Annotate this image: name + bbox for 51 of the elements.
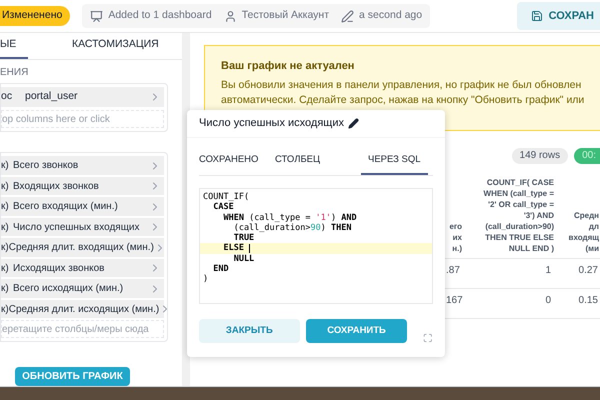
popover-tab[interactable]: ЧЕРЕЗ SQL xyxy=(361,147,428,175)
table-cell-text: 0 xyxy=(545,294,551,308)
expand-icon[interactable] xyxy=(423,333,433,343)
text-cursor xyxy=(249,244,250,253)
section-label: ЕНИЯ xyxy=(0,66,30,80)
code-line: CASE xyxy=(212,202,235,213)
code-line: (call_duration>90) THEN xyxy=(232,222,352,234)
metric-row[interactable]: к) Всего звонков xyxy=(1,156,164,175)
code-line: WHEN (call_type = '1') AND xyxy=(222,212,358,223)
table-cell-text: .87 xyxy=(446,264,460,278)
metric-row[interactable]: к)Средняя длит. входящих (мин.) xyxy=(1,238,164,257)
code-line: NULL xyxy=(232,254,256,264)
sidebar-tab[interactable]: КАСТОМИЗАЦИЯ xyxy=(72,33,159,60)
sql-editor[interactable]: COUNT_IF( CASE WHEN (call_type = '1') AND (call_duration>90) THEN TRUE ELSE NULL END ) xyxy=(199,188,433,304)
code-line: ) xyxy=(202,274,210,285)
status-badge: Измененено xyxy=(0,6,70,26)
column-header: Средн дл входящ (ми xyxy=(568,210,599,254)
code-line: END xyxy=(212,264,230,274)
pen-icon xyxy=(341,10,354,22)
row-count-badge: 149 rows xyxy=(512,148,568,164)
user-icon xyxy=(224,10,237,22)
table-cell-text: 0.27 xyxy=(578,264,598,278)
sidebar-tab[interactable]: ЫЕ xyxy=(0,33,28,60)
meta-text: Тестовый Аккаунт xyxy=(242,8,330,24)
metric-row[interactable]: к) Всего входящих (мин.) xyxy=(1,197,164,216)
meta-text: a second ago xyxy=(359,8,422,24)
timer-badge: 00: xyxy=(574,148,600,164)
presentation-icon xyxy=(90,10,104,22)
metric-row[interactable]: к) Исходящих звонков xyxy=(1,258,164,278)
close-button[interactable]: ЗАКРЫТЬ xyxy=(199,319,300,343)
table-cell-text: 167 xyxy=(446,294,463,308)
meta-text: Added to 1 dashboard xyxy=(108,8,212,24)
datasource-row[interactable]: ос portal_user xyxy=(1,87,164,108)
popover-title: Число успешных исходящих xyxy=(199,116,344,132)
metric-row[interactable]: к) Всего исходящих (мин.) xyxy=(1,279,164,298)
alert-title: Ваш график не актуален xyxy=(221,59,356,74)
metric-row[interactable]: к) Число успешных входящих xyxy=(1,218,164,236)
alert-text: Вы обновили значения в панели управления, но график не был обновлен автоматически. Сделайте запрос, нажав на кнопку "Обновить график" или xyxy=(221,78,586,108)
code-line: TRUE xyxy=(232,233,256,244)
table-cell-text: 0.15 xyxy=(578,294,598,308)
table-cell-text: 1 xyxy=(545,264,551,278)
metric-row[interactable]: к) Входящих звонков xyxy=(1,176,164,196)
pencil-icon[interactable] xyxy=(348,118,359,129)
popover-tab[interactable]: СОХРАНЕНО xyxy=(199,147,275,175)
metric-row[interactable]: к)Средняя длит. исходящих (мин.) xyxy=(1,300,164,318)
save-button[interactable]: СОХРАН xyxy=(516,2,600,30)
save-icon xyxy=(530,10,543,22)
column-header: его их н.) xyxy=(449,221,462,254)
column-header: COUNT_IF( CASE WHEN (call_type = '2' OR call_type = '3') AND (call_duration>90) THEN TRUE ELSE NULL END ) xyxy=(484,177,554,254)
popover-tab[interactable]: СТОЛБЕЦ xyxy=(275,147,359,175)
code-line: COUNT_IF( xyxy=(202,192,250,202)
